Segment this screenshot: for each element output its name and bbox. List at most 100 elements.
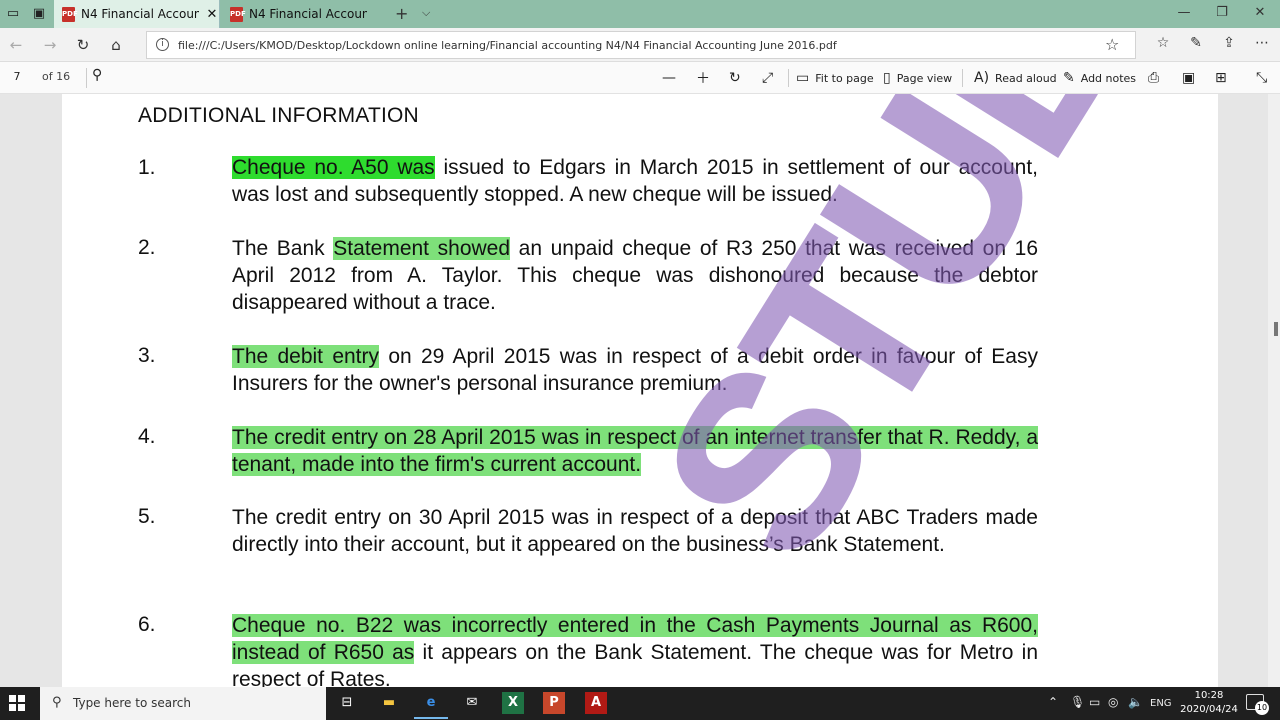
chevron-down-icon[interactable]: ⌵ bbox=[422, 6, 430, 20]
read-aloud-button[interactable]: A) Read aloud bbox=[974, 68, 1057, 88]
excel-icon[interactable]: X bbox=[502, 692, 524, 714]
unpin-toolbar-button[interactable]: ⤡ bbox=[1256, 68, 1273, 88]
file-explorer-icon[interactable]: ▬ bbox=[378, 692, 400, 714]
close-tab-icon[interactable]: ✕ bbox=[205, 7, 219, 22]
page-number-input[interactable]: 7 bbox=[6, 70, 28, 83]
fullscreen-button[interactable]: ⤢ bbox=[762, 68, 779, 88]
favorites-icon[interactable]: ☆ bbox=[1153, 35, 1173, 51]
tab-preview-icon[interactable]: ▣ bbox=[30, 5, 48, 23]
new-tab-icon[interactable]: + bbox=[395, 4, 408, 23]
search-icon[interactable]: ⚲ bbox=[92, 67, 102, 83]
tab-title: N4 Financial Accounting Jur bbox=[249, 7, 367, 21]
save-as-icon: ⊞ bbox=[1215, 70, 1227, 86]
expand-icon: ⤢ bbox=[762, 70, 774, 86]
divider bbox=[962, 69, 963, 87]
add-notes-label: Add notes bbox=[1080, 71, 1137, 85]
list-item: The credit entry on 28 April 2015 was in… bbox=[232, 424, 1038, 478]
rotate-icon: ↻ bbox=[729, 70, 741, 86]
pdf-page: ADDITIONAL INFORMATION 1. Cheque no. A50… bbox=[62, 94, 1218, 687]
network-icon[interactable]: ◎ bbox=[1108, 695, 1118, 709]
zoom-out-button[interactable]: — bbox=[662, 68, 682, 88]
zoom-in-button[interactable]: ＋ bbox=[696, 68, 716, 88]
item-text: The credit entry on 30 April 2015 was in… bbox=[232, 506, 1038, 556]
save-button[interactable]: ▣ bbox=[1182, 68, 1201, 88]
mail-icon[interactable]: ✉ bbox=[461, 692, 483, 714]
forward-icon[interactable]: → bbox=[40, 35, 60, 55]
back-icon[interactable]: ← bbox=[6, 35, 26, 55]
search-icon: ⚲ bbox=[52, 695, 62, 710]
save-icon: ▣ bbox=[1182, 70, 1196, 86]
battery-icon[interactable]: ▭ bbox=[1089, 695, 1100, 709]
clock-date: 2020/04/24 bbox=[1180, 704, 1238, 715]
close-window-icon[interactable]: ✕ bbox=[1250, 5, 1270, 20]
url-text: file:///C:/Users/KMOD/Desktop/Lockdown o… bbox=[178, 39, 837, 52]
divider bbox=[86, 68, 87, 88]
notification-count: 10 bbox=[1255, 701, 1269, 715]
more-icon[interactable]: ⋯ bbox=[1252, 35, 1272, 51]
microphone-icon[interactable]: 🎙 bbox=[1070, 695, 1085, 709]
minus-icon: — bbox=[662, 70, 676, 86]
home-icon[interactable]: ⌂ bbox=[106, 35, 126, 55]
plus-icon: ＋ bbox=[696, 71, 710, 87]
page-count: of 16 bbox=[42, 70, 71, 83]
minimize-icon[interactable]: — bbox=[1174, 5, 1194, 20]
fit-page-icon: ▭ bbox=[796, 70, 810, 86]
read-aloud-icon: A) bbox=[974, 70, 990, 86]
tab-active[interactable]: PDF N4 Financial Accounting ✕ bbox=[54, 0, 220, 28]
pen-icon: ✎ bbox=[1063, 70, 1075, 86]
share-icon[interactable]: ⇪ bbox=[1219, 35, 1239, 51]
print-button[interactable]: ⎙ bbox=[1148, 68, 1165, 88]
url-field[interactable]: i file:///C:/Users/KMOD/Desktop/Lockdown… bbox=[146, 31, 1136, 59]
list-item: Cheque no. A50 was issued to Edgars in M… bbox=[232, 154, 1038, 208]
restore-icon[interactable]: ❐ bbox=[1212, 5, 1232, 20]
address-bar: ← → ↻ ⌂ i file:///C:/Users/KMOD/Desktop/… bbox=[0, 28, 1280, 62]
notifications-icon[interactable]: 10 bbox=[1246, 694, 1269, 715]
taskbar-search-input[interactable]: ⚲ Type here to search bbox=[40, 687, 326, 720]
list-item: The Bank Statement showed an unpaid cheq… bbox=[232, 235, 1038, 316]
document-viewer[interactable]: ADDITIONAL INFORMATION 1. Cheque no. A50… bbox=[0, 94, 1280, 687]
clock-time: 10:28 bbox=[1194, 690, 1224, 701]
task-view-icon[interactable]: ⊟ bbox=[336, 692, 358, 714]
volume-icon[interactable]: 🔈 bbox=[1128, 695, 1143, 709]
language-indicator[interactable]: ENG bbox=[1150, 698, 1172, 709]
item-text: The Bank bbox=[232, 237, 334, 260]
highlighted-text: Statement showed bbox=[333, 237, 511, 260]
windows-start-icon[interactable] bbox=[9, 695, 25, 711]
info-icon[interactable]: i bbox=[156, 38, 169, 51]
chevron-up-icon[interactable]: ⌃ bbox=[1048, 695, 1058, 709]
pdf-file-icon: PDF bbox=[230, 6, 246, 22]
powerpoint-icon[interactable]: P bbox=[543, 692, 565, 714]
list-item: The credit entry on 30 April 2015 was in… bbox=[232, 504, 1038, 558]
star-icon[interactable]: ☆ bbox=[1105, 35, 1119, 54]
scrollbar-thumb[interactable] bbox=[1274, 322, 1278, 336]
list-item: The debit entry on 29 April 2015 was in … bbox=[232, 343, 1038, 397]
refresh-icon[interactable]: ↻ bbox=[73, 35, 93, 55]
tab-title: N4 Financial Accounting bbox=[81, 7, 199, 21]
tab-actions-icon[interactable]: ▭ bbox=[4, 5, 22, 23]
divider bbox=[788, 69, 789, 87]
edge-browser-icon[interactable]: e bbox=[414, 692, 448, 719]
page-view-button[interactable]: ▯ Page view bbox=[883, 68, 952, 88]
fit-to-page-button[interactable]: ▭ Fit to page bbox=[796, 68, 874, 88]
item-number: 6. bbox=[138, 613, 156, 636]
highlighted-text: The debit entry bbox=[232, 345, 380, 368]
clock[interactable]: 10:28 2020/04/24 bbox=[1180, 689, 1238, 717]
add-notes-button[interactable]: ✎ Add notes bbox=[1063, 68, 1136, 88]
fit-to-page-label: Fit to page bbox=[815, 71, 874, 85]
pen-icon[interactable]: ✎ bbox=[1186, 35, 1206, 51]
item-number: 4. bbox=[138, 425, 156, 448]
highlighted-text: The credit entry on 28 April 2015 was in… bbox=[232, 426, 1038, 476]
tab-bar: ▭ ▣ PDF N4 Financial Accounting ✕ PDF N4… bbox=[0, 0, 1280, 28]
save-as-button[interactable]: ⊞ bbox=[1215, 68, 1233, 88]
vertical-scrollbar[interactable] bbox=[1268, 94, 1280, 687]
acrobat-icon[interactable]: A bbox=[585, 692, 607, 714]
item-number: 1. bbox=[138, 156, 156, 179]
pdf-toolbar: 7 of 16 ⚲ — ＋ ↻ ⤢ ▭ Fit to page ▯ Page v… bbox=[0, 62, 1280, 94]
list-item: Cheque no. B22 was incorrectly entered i… bbox=[232, 612, 1038, 687]
page-heading: ADDITIONAL INFORMATION bbox=[138, 104, 419, 127]
read-aloud-label: Read aloud bbox=[995, 71, 1057, 85]
item-number: 3. bbox=[138, 344, 156, 367]
print-icon: ⎙ bbox=[1148, 70, 1160, 86]
rotate-button[interactable]: ↻ bbox=[729, 68, 747, 88]
tab-inactive[interactable]: PDF N4 Financial Accounting Jur bbox=[222, 0, 390, 28]
